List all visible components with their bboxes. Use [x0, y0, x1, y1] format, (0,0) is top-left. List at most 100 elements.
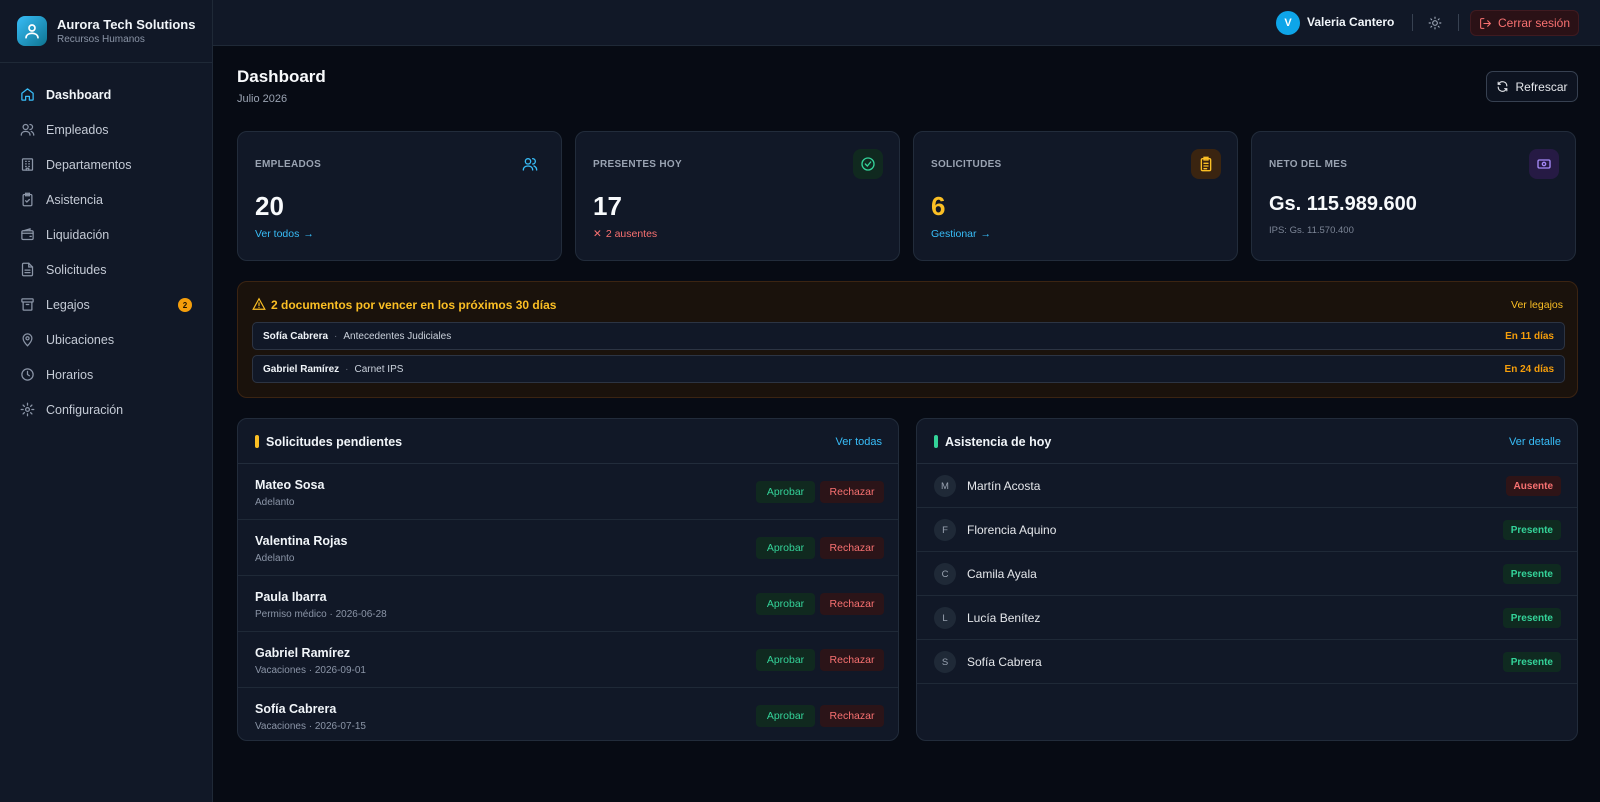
- sidebar-item-legajos[interactable]: Legajos 2: [0, 287, 212, 322]
- clock-icon: [21, 368, 34, 381]
- employee-name: Lucía Benítez: [967, 611, 1041, 625]
- avatar: M: [934, 475, 956, 497]
- logout-button[interactable]: Cerrar sesión: [1470, 10, 1579, 36]
- view-all-requests-link[interactable]: Ver todas: [836, 436, 882, 448]
- attendance-row: C Camila Ayala Presente: [917, 552, 1577, 596]
- sidebar-item-label: Dashboard: [46, 87, 112, 102]
- document-type: Carnet IPS: [354, 363, 404, 375]
- document-type: Antecedentes Judiciales: [343, 330, 452, 342]
- refresh-button[interactable]: Refrescar: [1486, 71, 1578, 102]
- file-text-icon: [21, 262, 34, 277]
- sidebar-item-configuracion[interactable]: Configuración: [0, 392, 212, 427]
- avatar: C: [934, 563, 956, 585]
- legajos-count-badge: 2: [178, 298, 192, 312]
- attendance-row: F Florencia Aquino Presente: [917, 508, 1577, 552]
- request-detail: Vacaciones · 2026-09-01: [255, 665, 366, 676]
- sidebar-item-ubicaciones[interactable]: Ubicaciones: [0, 322, 212, 357]
- sidebar-item-empleados[interactable]: Empleados: [0, 112, 212, 147]
- request-employee: Gabriel Ramírez: [255, 646, 351, 660]
- document-row: Sofía Cabrera · Antecedentes Judiciales …: [252, 322, 1565, 350]
- separator: ·: [345, 363, 349, 375]
- document-owner: Gabriel Ramírez: [263, 363, 340, 375]
- building-icon: [21, 158, 34, 171]
- users-icon: [515, 149, 545, 179]
- reject-button[interactable]: Rechazar: [820, 649, 884, 671]
- stat-value: 6: [931, 191, 946, 221]
- employee-name: Martín Acosta: [967, 479, 1041, 493]
- reject-button[interactable]: Rechazar: [820, 481, 884, 503]
- wallet-icon: [21, 228, 34, 241]
- user-name[interactable]: Valeria Cantero: [1307, 15, 1394, 29]
- gear-icon: [20, 402, 35, 417]
- documents-expiring-alert: 2 documentos por vencer en los próximos …: [237, 281, 1578, 398]
- arrow-right-icon: →: [303, 228, 314, 240]
- request-row: Paula Ibarra Permiso médico · 2026-06-28…: [238, 576, 898, 632]
- approve-button[interactable]: Aprobar: [756, 537, 815, 559]
- user-avatar[interactable]: V: [1276, 11, 1300, 35]
- logout-label: Cerrar sesión: [1497, 16, 1571, 30]
- sidebar-item-label: Asistencia: [46, 192, 103, 207]
- pending-requests-panel: Solicitudes pendientes Ver todas Mateo S…: [237, 418, 899, 741]
- stat-card-employees: EMPLEADOS 20 Ver todos →: [237, 131, 562, 261]
- document-row: Gabriel Ramírez · Carnet IPS En 24 días: [252, 355, 1565, 383]
- view-all-employees-link[interactable]: Ver todos →: [255, 228, 314, 240]
- sidebar-item-solicitudes[interactable]: Solicitudes: [0, 252, 212, 287]
- request-employee: Valentina Rojas: [255, 534, 348, 548]
- employee-name: Camila Ayala: [967, 567, 1037, 581]
- page-title: Dashboard: [237, 67, 326, 86]
- request-row: Sofía Cabrera Vacaciones · 2026-07-15 Ap…: [238, 688, 898, 740]
- ips-note: IPS: Gs. 11.570.400: [1269, 225, 1354, 236]
- home-icon: [21, 88, 34, 101]
- approve-button[interactable]: Aprobar: [756, 481, 815, 503]
- approve-button[interactable]: Aprobar: [756, 649, 815, 671]
- page-subtitle: Julio 2026: [237, 93, 288, 105]
- avatar: S: [934, 651, 956, 673]
- divider: [1412, 14, 1413, 31]
- warning-icon: [252, 297, 266, 310]
- request-employee: Paula Ibarra: [255, 590, 327, 604]
- theme-toggle-sun-icon[interactable]: [1426, 14, 1444, 32]
- stat-label: EMPLEADOS: [255, 159, 322, 170]
- status-badge: Ausente: [1505, 476, 1561, 496]
- panel-title: Solicitudes pendientes: [266, 435, 403, 449]
- reject-button[interactable]: Rechazar: [820, 537, 884, 559]
- map-pin-icon: [22, 333, 33, 347]
- panel-accent-bar: [934, 435, 938, 448]
- document-due: En 24 días: [1504, 363, 1554, 375]
- approve-button[interactable]: Aprobar: [756, 593, 815, 615]
- arrow-right-icon: →: [980, 228, 992, 240]
- link-label: Ver todos: [255, 228, 300, 240]
- sidebar-item-dashboard[interactable]: Dashboard: [0, 77, 212, 112]
- sidebar-item-label: Horarios: [46, 367, 94, 382]
- x-icon: ✕: [593, 228, 602, 240]
- sidebar-item-asistencia[interactable]: Asistencia: [0, 182, 212, 217]
- view-files-link[interactable]: Ver legajos: [1511, 299, 1563, 311]
- clipboard-check-icon: [22, 192, 33, 207]
- status-badge: Presente: [1502, 520, 1561, 540]
- sidebar-item-horarios[interactable]: Horarios: [0, 357, 212, 392]
- request-detail: Adelanto: [255, 553, 295, 564]
- attendance-list: M Martín Acosta Ausente F Florencia Aqui…: [917, 464, 1577, 684]
- stat-value: Gs. 115.989.600: [1269, 193, 1417, 215]
- sidebar-item-liquidacion[interactable]: Liquidación: [0, 217, 212, 252]
- attendance-row: S Sofía Cabrera Presente: [917, 640, 1577, 684]
- brand-subtitle: Recursos Humanos: [57, 34, 145, 45]
- avatar: F: [934, 519, 956, 541]
- document-owner: Sofía Cabrera: [263, 330, 329, 342]
- status-badge: Presente: [1502, 608, 1561, 628]
- logout-icon: [1480, 17, 1492, 29]
- manage-requests-link[interactable]: Gestionar →: [931, 228, 991, 240]
- reject-button[interactable]: Rechazar: [820, 705, 884, 727]
- status-badge: Presente: [1502, 652, 1561, 672]
- check-circle-icon: [853, 149, 883, 179]
- stat-value: 17: [593, 191, 622, 221]
- reject-button[interactable]: Rechazar: [820, 593, 884, 615]
- users-icon: [20, 123, 35, 136]
- stat-value: 20: [255, 191, 284, 221]
- view-attendance-detail-link[interactable]: Ver detalle: [1509, 436, 1561, 448]
- brand-name: Aurora Tech Solutions: [57, 17, 196, 32]
- sidebar-item-label: Configuración: [46, 402, 124, 417]
- sidebar-item-departamentos[interactable]: Departamentos: [0, 147, 212, 182]
- request-employee: Mateo Sosa: [255, 478, 325, 492]
- approve-button[interactable]: Aprobar: [756, 705, 815, 727]
